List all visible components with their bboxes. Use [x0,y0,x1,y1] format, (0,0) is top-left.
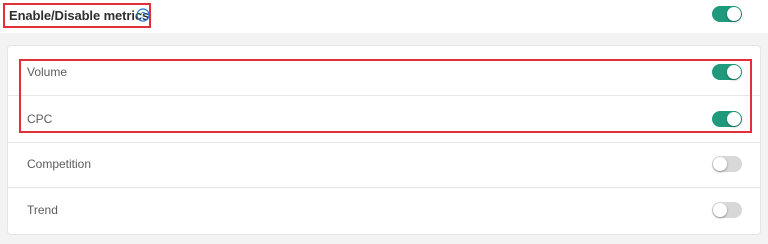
toggle-knob [713,157,727,171]
metrics-header: Enable/Disable metrics ? [0,0,768,33]
metric-label: Competition [27,157,92,171]
page-title: Enable/Disable metrics [9,8,150,23]
metric-label: Trend [27,203,58,217]
trend-toggle[interactable] [712,202,742,218]
enabled-metrics-highlight-box [19,59,752,133]
competition-toggle[interactable] [712,156,742,172]
svg-text:?: ? [140,10,145,20]
master-toggle[interactable] [712,6,742,22]
toggle-knob [727,7,741,21]
metric-row-competition: Competition [8,141,760,188]
toggle-knob [713,203,727,217]
question-circle-icon[interactable]: ? [136,8,150,22]
metric-row-trend: Trend [8,187,760,233]
